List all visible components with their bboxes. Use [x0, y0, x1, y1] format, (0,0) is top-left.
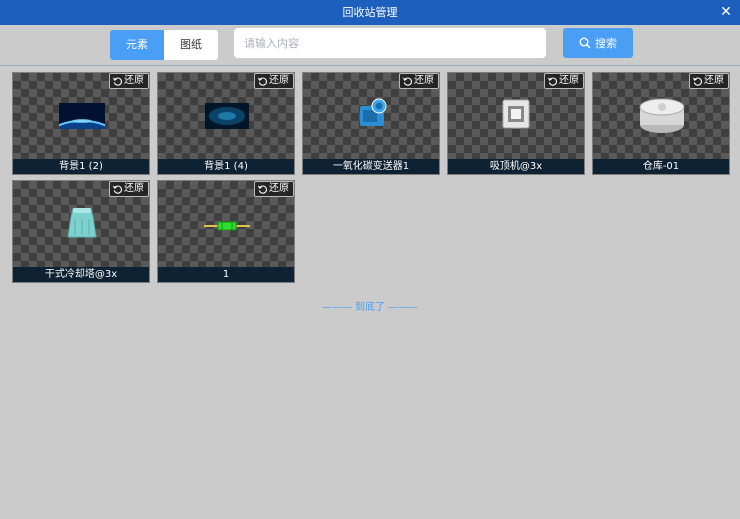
close-icon[interactable]: ✕ — [718, 4, 734, 20]
recycle-item[interactable]: 还原 一氧化碳变送器1 — [302, 72, 440, 175]
tab-drawings[interactable]: 图纸 — [164, 30, 218, 60]
item-label: 背景1 (2) — [13, 159, 149, 174]
restore-label: 还原 — [269, 75, 289, 86]
restore-icon — [113, 185, 122, 194]
restore-button[interactable]: 还原 — [399, 73, 439, 89]
item-label: 背景1 (4) — [158, 159, 294, 174]
restore-icon — [258, 185, 267, 194]
restore-icon — [693, 77, 702, 86]
item-label: 仓库-01 — [593, 159, 729, 174]
tab-elements[interactable]: 元素 — [110, 30, 164, 60]
warehouse-tank-thumbnail — [639, 98, 685, 133]
restore-label: 还原 — [269, 183, 289, 194]
restore-label: 还原 — [124, 75, 144, 86]
item-label: 吸顶机@3x — [448, 159, 584, 174]
end-of-list-text: ——— 到底了 ——— — [321, 302, 419, 313]
recycle-item[interactable]: 还原 仓库-01 — [592, 72, 730, 175]
window-title: 回收站管理 — [342, 6, 398, 19]
restore-icon — [403, 77, 412, 86]
recycle-item[interactable]: 还原 干式冷却塔@3x — [12, 180, 150, 283]
restore-icon — [548, 77, 557, 86]
recycle-item[interactable]: 还原 吸顶机@3x — [447, 72, 585, 175]
restore-button[interactable]: 还原 — [544, 73, 584, 89]
restore-button[interactable]: 还原 — [254, 73, 294, 89]
title-bar: 回收站管理 ✕ — [0, 0, 740, 25]
restore-icon — [113, 77, 122, 86]
search-input[interactable] — [234, 28, 546, 58]
search-button[interactable]: 搜索 — [563, 28, 633, 58]
search-button-label: 搜索 — [595, 37, 617, 50]
restore-label: 还原 — [559, 75, 579, 86]
recycle-item[interactable]: 还原 背景1 (4) — [157, 72, 295, 175]
cooling-tower-thumbnail — [67, 208, 97, 238]
recycle-item[interactable]: 还原 1 — [157, 180, 295, 283]
restore-label: 还原 — [124, 183, 144, 194]
item-label: 一氧化碳变送器1 — [303, 159, 439, 174]
blue-glow-thumbnail — [205, 103, 249, 129]
restore-label: 还原 — [704, 75, 724, 86]
ceiling-unit-thumbnail — [502, 99, 530, 129]
restore-icon — [258, 77, 267, 86]
resistor-thumbnail — [204, 221, 250, 231]
recycle-bin-window: 回收站管理 ✕ 元素 图纸 搜索 还原 — [0, 0, 740, 519]
item-label: 干式冷却塔@3x — [13, 267, 149, 282]
co-transmitter-thumbnail — [360, 98, 387, 126]
restore-label: 还原 — [414, 75, 434, 86]
recycle-item[interactable]: 还原 背景1 (2) — [12, 72, 150, 175]
search-icon — [579, 37, 591, 49]
restore-button[interactable]: 还原 — [689, 73, 729, 89]
restore-button[interactable]: 还原 — [109, 73, 149, 89]
toolbar: 元素 图纸 搜索 — [0, 25, 740, 66]
restore-button[interactable]: 还原 — [109, 181, 149, 197]
item-label: 1 — [158, 267, 294, 282]
earth-horizon-thumbnail — [59, 103, 105, 129]
restore-button[interactable]: 还原 — [254, 181, 294, 197]
tab-group: 元素 图纸 — [110, 30, 218, 60]
